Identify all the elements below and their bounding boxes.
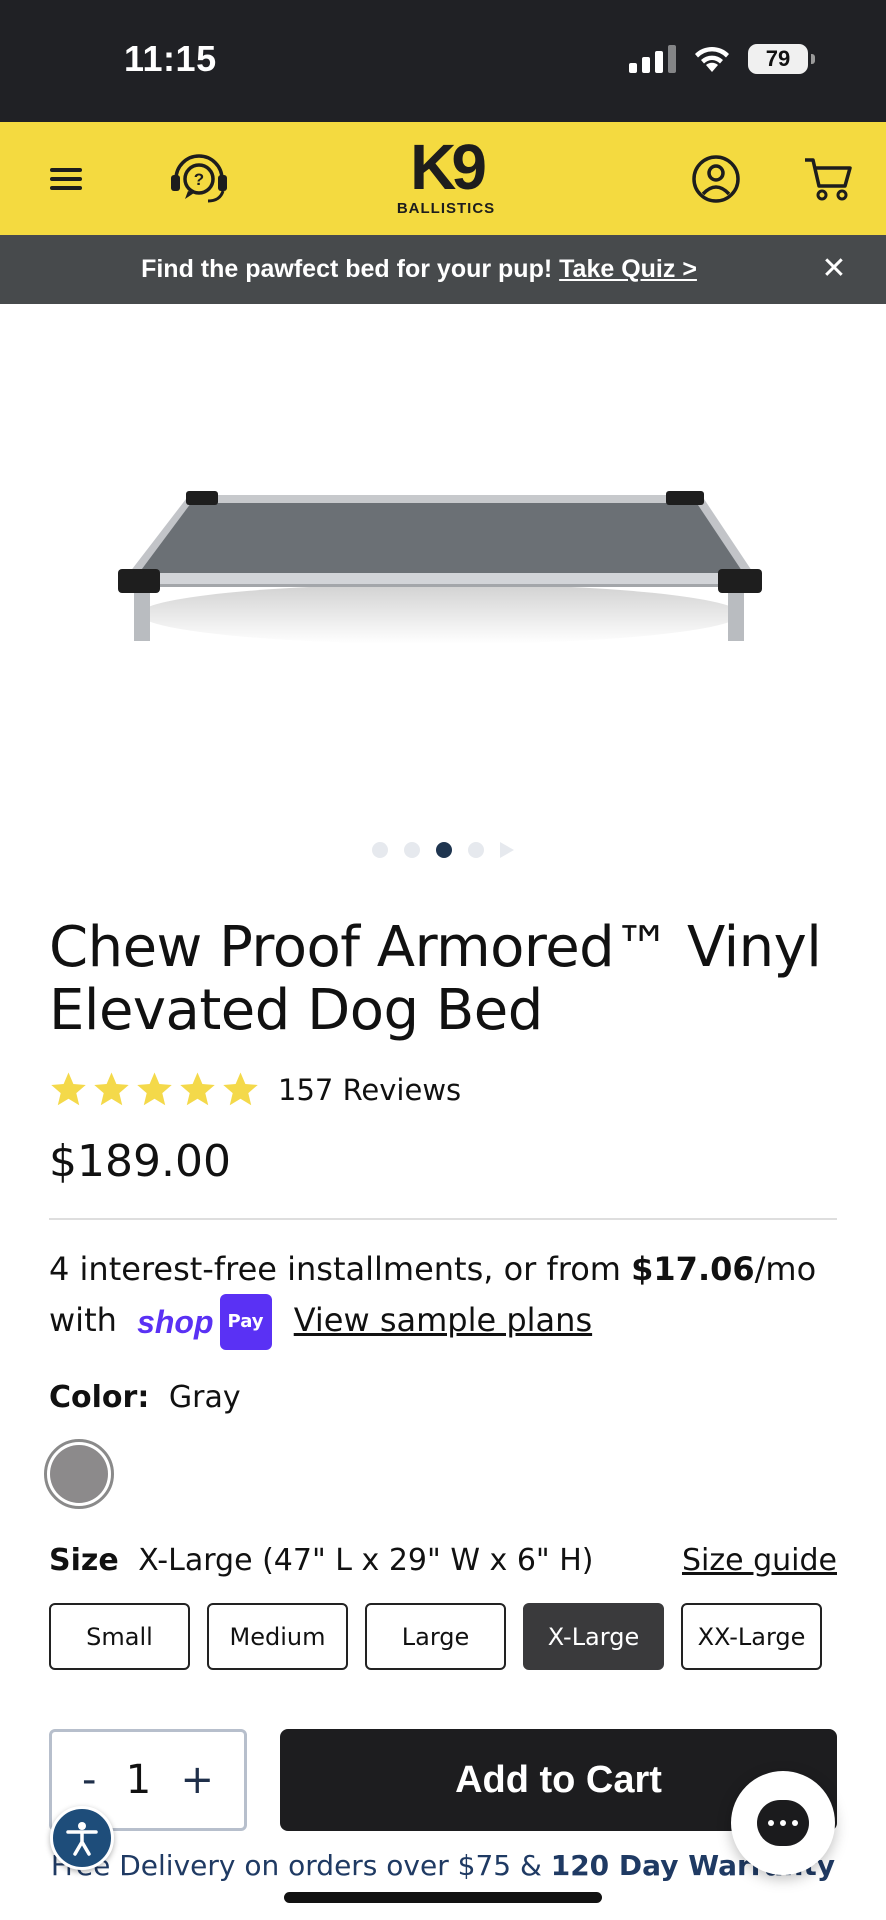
product-rating[interactable]: 157 Reviews	[49, 1070, 461, 1109]
product-price: $189.00	[49, 1136, 231, 1187]
promo-message: Find the pawfect bed for your pup!	[141, 255, 553, 283]
shop-pay-wordmark: shop	[137, 1304, 214, 1340]
size-option-large[interactable]: Large	[365, 1603, 506, 1670]
review-count-link[interactable]: 157 Reviews	[278, 1073, 461, 1107]
cellular-signal-icon	[629, 45, 676, 73]
accessibility-button[interactable]	[50, 1806, 114, 1870]
close-icon[interactable]: ✕	[816, 251, 852, 287]
play-icon[interactable]	[500, 842, 514, 858]
installments-with: with	[49, 1301, 117, 1339]
menu-icon[interactable]	[48, 122, 84, 235]
star-icon	[51, 1072, 86, 1106]
take-quiz-link[interactable]: Take Quiz >	[559, 255, 697, 283]
size-option-small[interactable]: Small	[49, 1603, 190, 1670]
product-title: Chew Proof Armored™ Vinyl Elevated Dog B…	[49, 915, 822, 1043]
accessibility-icon	[66, 1822, 98, 1856]
color-selector: Color: Gray	[49, 1380, 241, 1415]
quantity-decrease-button[interactable]: -	[82, 1757, 96, 1803]
installment-suffix: /mo	[754, 1250, 817, 1288]
view-sample-plans-link[interactable]: View sample plans	[294, 1301, 592, 1339]
swatch-fill	[50, 1445, 108, 1503]
gallery-dot[interactable]	[372, 842, 388, 858]
shop-pay-logo: shop Pay	[137, 1294, 272, 1350]
star-icon	[137, 1072, 172, 1106]
size-option-x-large[interactable]: X-Large	[523, 1603, 664, 1670]
quantity-value[interactable]: 1	[126, 1757, 151, 1803]
brand-logo[interactable]: K9 BALLISTICS	[394, 131, 498, 222]
cart-icon[interactable]	[802, 122, 854, 235]
status-time: 11:15	[124, 38, 217, 79]
size-options: Small Medium Large X-Large XX-Large	[49, 1603, 822, 1670]
installments-info: 4 interest-free installments, or from $1…	[49, 1244, 849, 1350]
gallery-dot[interactable]	[404, 842, 420, 858]
svg-text:?: ?	[194, 170, 204, 189]
chat-icon	[757, 1800, 809, 1846]
site-header: ? K9 BALLISTICS	[0, 122, 886, 235]
battery-icon: 79	[748, 44, 815, 74]
gallery-pagination	[0, 842, 886, 858]
installment-amount: $17.06	[631, 1250, 755, 1288]
logo-subtitle: BALLISTICS	[396, 200, 496, 217]
promo-text: Find the pawfect bed for your pup! Take …	[0, 255, 886, 284]
star-rating	[49, 1070, 260, 1109]
color-label: Color:	[49, 1380, 150, 1415]
promo-banner: Find the pawfect bed for your pup! Take …	[0, 235, 886, 304]
shop-pay-badge: Pay	[219, 1294, 272, 1350]
account-icon[interactable]	[690, 122, 742, 235]
installments-prefix: 4 interest-free installments, or from	[49, 1250, 621, 1288]
size-option-medium[interactable]: Medium	[207, 1603, 348, 1670]
divider	[49, 1218, 837, 1220]
logo-mark: K9	[410, 131, 487, 203]
product-gallery[interactable]	[0, 304, 886, 864]
chat-button[interactable]	[731, 1771, 835, 1875]
delivery-text: Free Delivery on orders over $75 &	[50, 1849, 542, 1882]
wifi-icon	[695, 46, 729, 72]
size-selector: Size X-Large (47" L x 29" W x 6" H) Size…	[49, 1543, 837, 1578]
star-icon	[223, 1072, 258, 1106]
star-icon	[94, 1072, 129, 1106]
star-icon	[180, 1072, 215, 1106]
home-indicator[interactable]	[284, 1892, 602, 1903]
size-guide-link[interactable]: Size guide	[682, 1543, 837, 1578]
status-bar: 11:15 79	[0, 0, 886, 122]
quantity-increase-button[interactable]: +	[180, 1757, 214, 1803]
size-option-xx-large[interactable]: XX-Large	[681, 1603, 822, 1670]
size-label: Size	[49, 1543, 119, 1578]
status-indicators: 79	[629, 44, 815, 74]
product-image	[118, 491, 762, 644]
color-value: Gray	[168, 1380, 241, 1415]
size-value: X-Large (47" L x 29" W x 6" H)	[138, 1543, 594, 1578]
gallery-dot[interactable]	[468, 842, 484, 858]
gallery-dot-active[interactable]	[436, 842, 452, 858]
help-headset-icon[interactable]: ?	[166, 122, 232, 235]
color-swatch-gray[interactable]	[44, 1439, 114, 1509]
